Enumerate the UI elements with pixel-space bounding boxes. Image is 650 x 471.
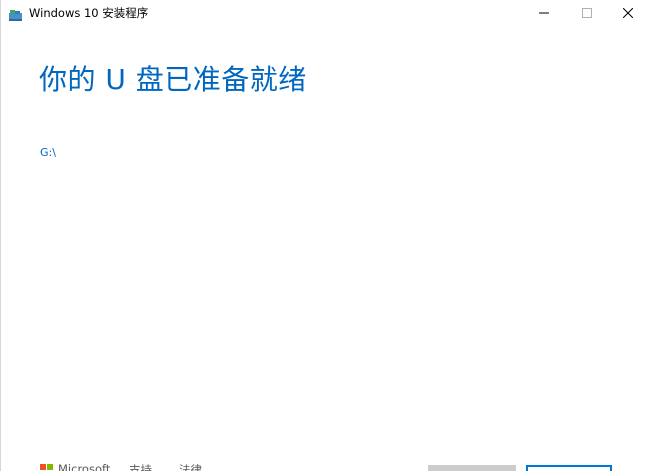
- support-link[interactable]: 支持: [129, 462, 152, 471]
- setup-window: Windows 10 安装程序 你的 U 盘已准备就绪 G:\ Microsof…: [0, 0, 650, 471]
- microsoft-brand: Microsoft: [58, 462, 111, 471]
- windows-setup-icon: [9, 6, 22, 21]
- minimize-icon: [539, 12, 549, 14]
- legal-link[interactable]: 法律: [179, 462, 202, 471]
- finish-button[interactable]: [526, 465, 612, 471]
- microsoft-logo-icon: [40, 464, 54, 471]
- close-button[interactable]: [605, 0, 650, 26]
- maximize-button[interactable]: [564, 0, 610, 26]
- window-title: Windows 10 安装程序: [29, 6, 149, 20]
- minimize-button[interactable]: [521, 0, 567, 26]
- maximize-icon: [582, 8, 592, 18]
- close-icon: [623, 8, 633, 18]
- page-title: 你的 U 盘已准备就绪: [39, 63, 307, 96]
- back-button[interactable]: [428, 465, 516, 471]
- title-bar[interactable]: Windows 10 安装程序: [1, 0, 650, 26]
- drive-letter: G:\: [40, 146, 56, 159]
